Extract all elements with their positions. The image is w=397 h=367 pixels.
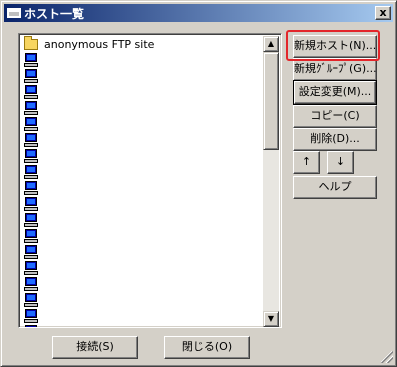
computer-icon (24, 181, 38, 195)
host-list-item[interactable] (21, 164, 265, 180)
computer-icon (24, 213, 38, 227)
host-list-item[interactable] (21, 228, 265, 244)
scroll-down-button[interactable]: ▼ (263, 311, 279, 327)
computer-icon (24, 293, 38, 307)
host-list-item[interactable] (21, 116, 265, 132)
move-up-button[interactable]: ↑ (293, 151, 320, 174)
computer-icon (24, 245, 38, 259)
host-list-item[interactable] (21, 52, 265, 68)
help-button[interactable]: ヘルプ (293, 176, 377, 199)
host-list-item[interactable] (21, 308, 265, 324)
computer-icon (24, 277, 38, 291)
title-bar[interactable]: ホスト一覧 x (4, 4, 393, 22)
window-icon (7, 8, 21, 18)
host-list-item[interactable] (21, 100, 265, 116)
window-title: ホスト一覧 (24, 6, 85, 21)
host-list-item[interactable] (21, 292, 265, 308)
host-list-item[interactable] (21, 180, 265, 196)
copy-button[interactable]: コピー(C) (293, 105, 377, 128)
computer-icon (24, 117, 38, 131)
host-list-item[interactable] (21, 84, 265, 100)
computer-icon (24, 149, 38, 163)
host-list-dialog: ホスト一覧 x anonymous FTP site ▲ ▼ 新規ホスト(N).… (0, 0, 397, 367)
computer-icon (24, 229, 38, 243)
host-list-item[interactable] (21, 68, 265, 84)
computer-icon (24, 53, 38, 67)
delete-button[interactable]: 削除(D)... (293, 128, 377, 151)
new-group-button[interactable]: 新規ｸﾞﾙｰﾌﾟ(G)... (293, 58, 377, 81)
host-list-items: anonymous FTP site (21, 36, 265, 327)
host-list-item[interactable] (21, 148, 265, 164)
computer-icon (24, 85, 38, 99)
host-list-item[interactable] (21, 132, 265, 148)
computer-icon (24, 101, 38, 115)
move-down-button[interactable]: ↓ (327, 151, 354, 174)
host-list-item[interactable] (21, 196, 265, 212)
computer-icon (24, 261, 38, 275)
host-list-label: anonymous FTP site (44, 37, 155, 51)
host-list-item[interactable] (21, 212, 265, 228)
host-list-item[interactable] (21, 324, 265, 327)
computer-icon (24, 165, 38, 179)
new-host-button[interactable]: 新規ホスト(N)... (293, 35, 377, 58)
host-list-folder[interactable]: anonymous FTP site (21, 36, 265, 52)
computer-icon (24, 133, 38, 147)
host-list-item[interactable] (21, 244, 265, 260)
host-list[interactable]: anonymous FTP site ▲ ▼ (18, 33, 282, 328)
host-list-scrollbar[interactable]: ▲ ▼ (263, 36, 279, 327)
computer-icon (24, 309, 38, 323)
close-window-button[interactable]: x (375, 6, 391, 20)
host-list-item[interactable] (21, 260, 265, 276)
change-settings-button[interactable]: 設定変更(M)... (293, 80, 377, 105)
folder-icon (24, 36, 38, 50)
connect-button[interactable]: 接続(S) (52, 336, 138, 359)
scroll-up-button[interactable]: ▲ (263, 36, 279, 52)
scroll-thumb[interactable] (263, 52, 279, 150)
resize-grip[interactable] (381, 351, 393, 363)
computer-icon (24, 325, 38, 327)
host-list-item[interactable] (21, 276, 265, 292)
computer-icon (24, 69, 38, 83)
close-button[interactable]: 閉じる(O) (164, 336, 250, 359)
computer-icon (24, 197, 38, 211)
